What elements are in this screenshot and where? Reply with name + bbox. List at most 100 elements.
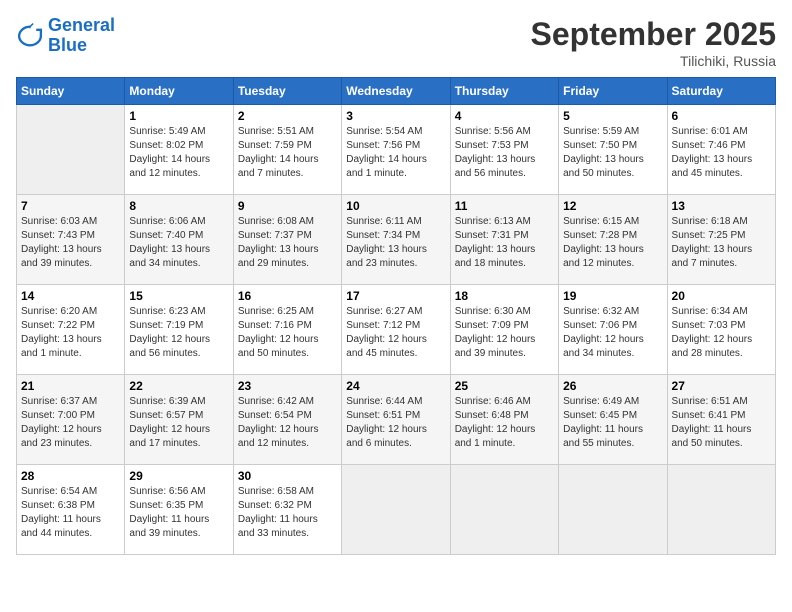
day-info: Sunrise: 6:03 AM Sunset: 7:43 PM Dayligh… [21,215,120,271]
calendar-cell: 25Sunrise: 6:46 AM Sunset: 6:48 PM Dayli… [450,375,558,465]
calendar-cell: 22 Sunrise: 6:39 AM Sunset: 6:57 PM Dayli… [125,375,233,465]
day-info: Sunrise: 6:37 AM Sunset: 7:00 PM Dayligh… [21,395,120,451]
header-day: Saturday [667,78,775,105]
day-info: Sunrise: 6:58 AM Sunset: 6:32 PM Dayligh… [238,485,337,541]
calendar-cell: 1Sunrise: 5:49 AM Sunset: 8:02 PM Daylig… [125,105,233,195]
day-info: Sunrise: 6:54 AM Sunset: 6:38 PM Dayligh… [21,485,120,541]
day-number: 13 [672,199,771,213]
calendar-cell: 17Sunrise: 6:27 AM Sunset: 7:12 PM Dayli… [342,285,450,375]
header-day: Wednesday [342,78,450,105]
day-number: 27 [672,379,771,393]
day-info: Sunrise: 5:56 AM Sunset: 7:53 PM Dayligh… [455,125,554,181]
calendar-cell: 16 Sunrise: 6:25 AM Sunset: 7:16 PM Dayli… [233,285,341,375]
day-info: Sunrise: 6:11 AM Sunset: 7:34 PM Dayligh… [346,215,445,271]
day-number: 18 [455,289,554,303]
day-number: 30 [238,469,337,483]
day-info: Sunrise: 6:39 AM Sunset: 6:57 PM Dayligh… [129,395,228,451]
day-info: Sunrise: 6:42 AM Sunset: 6:54 PM Dayligh… [238,395,337,451]
day-info: Sunrise: 5:54 AM Sunset: 7:56 PM Dayligh… [346,125,445,181]
day-info: Sunrise: 6:27 AM Sunset: 7:12 PM Dayligh… [346,305,445,361]
calendar-cell [559,465,667,555]
day-number: 29 [129,469,228,483]
calendar-cell: 12Sunrise: 6:15 AM Sunset: 7:28 PM Dayli… [559,195,667,285]
day-number: 24 [346,379,445,393]
logo-text: General Blue [48,16,115,56]
day-number: 3 [346,109,445,123]
day-number: 16 [238,289,337,303]
calendar-body: 1Sunrise: 5:49 AM Sunset: 8:02 PM Daylig… [17,105,776,555]
day-info: Sunrise: 6:25 AM Sunset: 7:16 PM Dayligh… [238,305,337,361]
day-number: 20 [672,289,771,303]
day-number: 5 [563,109,662,123]
header-day: Tuesday [233,78,341,105]
day-info: Sunrise: 6:56 AM Sunset: 6:35 PM Dayligh… [129,485,228,541]
calendar-cell [342,465,450,555]
calendar-cell: 20 Sunrise: 6:34 AM Sunset: 7:03 PM Dayli… [667,285,775,375]
day-info: Sunrise: 6:20 AM Sunset: 7:22 PM Dayligh… [21,305,120,361]
day-info: Sunrise: 6:23 AM Sunset: 7:19 PM Dayligh… [129,305,228,361]
calendar-cell: 2 Sunrise: 5:51 AM Sunset: 7:59 PM Daylig… [233,105,341,195]
title-block: September 2025 Tilichiki, Russia [531,16,776,69]
calendar-cell: 27 Sunrise: 6:51 AM Sunset: 6:41 PM Dayli… [667,375,775,465]
calendar-cell: 4 Sunrise: 5:56 AM Sunset: 7:53 PM Daylig… [450,105,558,195]
header: General Blue September 2025 Tilichiki, R… [16,16,776,69]
day-number: 4 [455,109,554,123]
calendar-cell: 7Sunrise: 6:03 AM Sunset: 7:43 PM Daylig… [17,195,125,285]
calendar-cell: 28 Sunrise: 6:54 AM Sunset: 6:38 PM Dayli… [17,465,125,555]
calendar-cell [667,465,775,555]
day-number: 19 [563,289,662,303]
day-number: 23 [238,379,337,393]
day-number: 10 [346,199,445,213]
header-day: Monday [125,78,233,105]
day-info: Sunrise: 5:59 AM Sunset: 7:50 PM Dayligh… [563,125,662,181]
day-info: Sunrise: 6:34 AM Sunset: 7:03 PM Dayligh… [672,305,771,361]
header-day: Friday [559,78,667,105]
day-number: 8 [129,199,228,213]
day-info: Sunrise: 6:30 AM Sunset: 7:09 PM Dayligh… [455,305,554,361]
calendar-week: 7Sunrise: 6:03 AM Sunset: 7:43 PM Daylig… [17,195,776,285]
calendar-cell: 15Sunrise: 6:23 AM Sunset: 7:19 PM Dayli… [125,285,233,375]
day-info: Sunrise: 6:32 AM Sunset: 7:06 PM Dayligh… [563,305,662,361]
calendar-cell: 13Sunrise: 6:18 AM Sunset: 7:25 PM Dayli… [667,195,775,285]
day-number: 22 [129,379,228,393]
day-info: Sunrise: 6:51 AM Sunset: 6:41 PM Dayligh… [672,395,771,451]
calendar-week: 28 Sunrise: 6:54 AM Sunset: 6:38 PM Dayli… [17,465,776,555]
calendar-cell: 9Sunrise: 6:08 AM Sunset: 7:37 PM Daylig… [233,195,341,285]
calendar-cell: 29 Sunrise: 6:56 AM Sunset: 6:35 PM Dayli… [125,465,233,555]
calendar-cell [17,105,125,195]
calendar-cell: 23 Sunrise: 6:42 AM Sunset: 6:54 PM Dayli… [233,375,341,465]
calendar-cell: 24Sunrise: 6:44 AM Sunset: 6:51 PM Dayli… [342,375,450,465]
day-info: Sunrise: 6:49 AM Sunset: 6:45 PM Dayligh… [563,395,662,451]
logo-icon [16,22,44,50]
day-number: 6 [672,109,771,123]
calendar-cell: 6Sunrise: 6:01 AM Sunset: 7:46 PM Daylig… [667,105,775,195]
header-day: Sunday [17,78,125,105]
day-info: Sunrise: 6:06 AM Sunset: 7:40 PM Dayligh… [129,215,228,271]
day-number: 21 [21,379,120,393]
calendar-cell: 10 Sunrise: 6:11 AM Sunset: 7:34 PM Dayli… [342,195,450,285]
calendar-cell: 18 Sunrise: 6:30 AM Sunset: 7:09 PM Dayli… [450,285,558,375]
day-info: Sunrise: 5:51 AM Sunset: 7:59 PM Dayligh… [238,125,337,181]
day-number: 26 [563,379,662,393]
calendar-cell: 21 Sunrise: 6:37 AM Sunset: 7:00 PM Dayli… [17,375,125,465]
calendar-cell: 5 Sunrise: 5:59 AM Sunset: 7:50 PM Daylig… [559,105,667,195]
header-row: SundayMondayTuesdayWednesdayThursdayFrid… [17,78,776,105]
day-number: 25 [455,379,554,393]
calendar-cell: 11Sunrise: 6:13 AM Sunset: 7:31 PM Dayli… [450,195,558,285]
calendar-table: SundayMondayTuesdayWednesdayThursdayFrid… [16,77,776,555]
calendar-week: 21 Sunrise: 6:37 AM Sunset: 7:00 PM Dayli… [17,375,776,465]
location: Tilichiki, Russia [531,53,776,69]
month-title: September 2025 [531,16,776,53]
day-number: 11 [455,199,554,213]
day-number: 14 [21,289,120,303]
day-number: 2 [238,109,337,123]
calendar-cell: 8 Sunrise: 6:06 AM Sunset: 7:40 PM Daylig… [125,195,233,285]
day-info: Sunrise: 5:49 AM Sunset: 8:02 PM Dayligh… [129,125,228,181]
calendar-week: 14 Sunrise: 6:20 AM Sunset: 7:22 PM Dayli… [17,285,776,375]
day-number: 12 [563,199,662,213]
day-info: Sunrise: 6:08 AM Sunset: 7:37 PM Dayligh… [238,215,337,271]
calendar-cell: 14 Sunrise: 6:20 AM Sunset: 7:22 PM Dayli… [17,285,125,375]
calendar-cell: 3 Sunrise: 5:54 AM Sunset: 7:56 PM Daylig… [342,105,450,195]
day-number: 28 [21,469,120,483]
calendar-cell: 19 Sunrise: 6:32 AM Sunset: 7:06 PM Dayli… [559,285,667,375]
